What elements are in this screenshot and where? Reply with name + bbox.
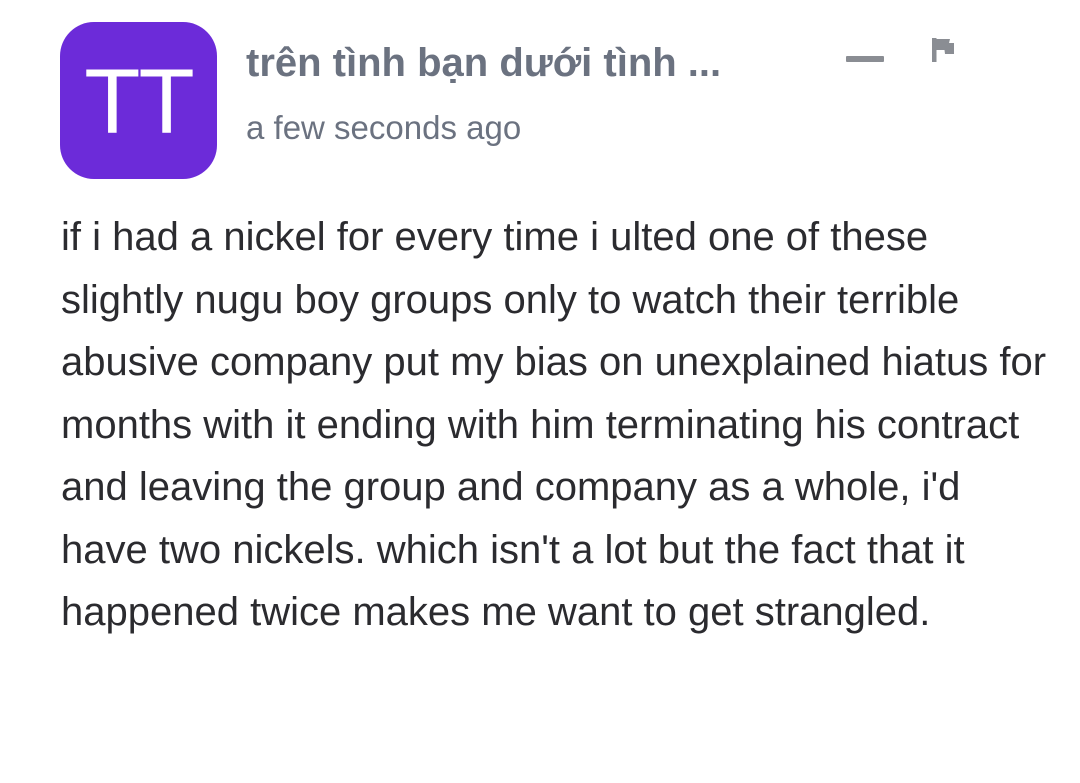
collapse-button[interactable] [842, 44, 888, 74]
flag-icon [932, 38, 954, 62]
comment-card: TT trên tình bạn dưới tình ... a few sec… [0, 0, 1080, 783]
minus-icon [846, 56, 884, 62]
report-button[interactable] [924, 34, 964, 74]
avatar[interactable]: TT [60, 22, 217, 179]
comment-timestamp[interactable]: a few seconds ago [246, 108, 521, 148]
comment-body: if i had a nickel for every time i ulted… [61, 215, 1047, 634]
author-name[interactable]: trên tình bạn dưới tình ... [246, 40, 721, 86]
avatar-initials: TT [84, 50, 194, 153]
